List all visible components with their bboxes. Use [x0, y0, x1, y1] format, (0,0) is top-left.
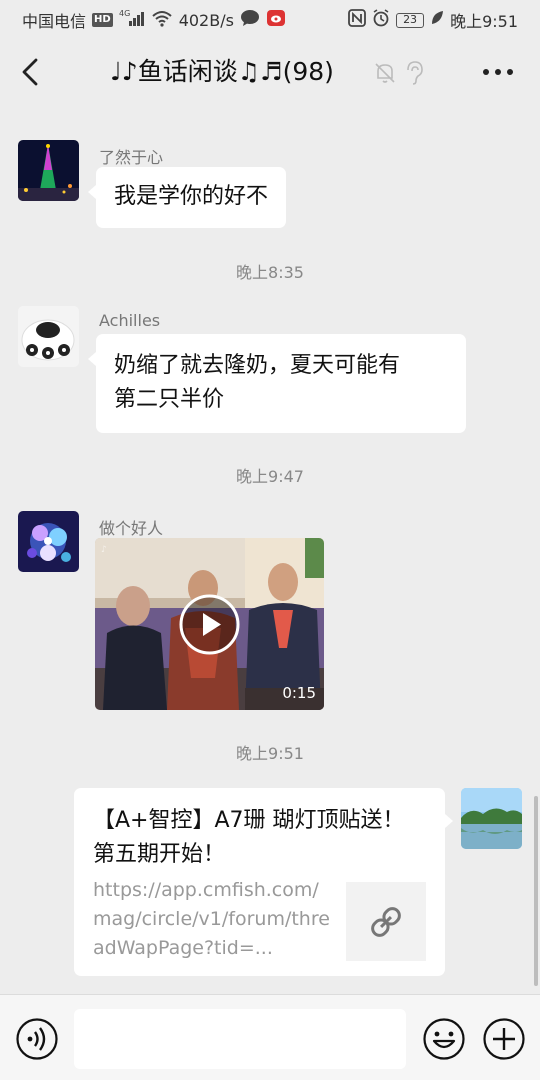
- hd-badge: HD: [92, 13, 113, 27]
- wifi-icon: [151, 9, 173, 31]
- avatar-liaoranyuxin[interactable]: [18, 140, 79, 201]
- status-left: 中国电信 HD 4G 402B/s: [22, 8, 286, 32]
- timestamp: 晚上8:35: [236, 263, 304, 282]
- voice-icon: [16, 1018, 58, 1060]
- battery-indicator: 23: [396, 12, 425, 28]
- alarm-icon: [372, 9, 390, 31]
- emoji-icon: [423, 1018, 465, 1060]
- message-text-line-1: 奶缩了就去隆奶，夏天可能有: [114, 353, 401, 378]
- play-button[interactable]: [179, 594, 240, 655]
- nfc-icon: [348, 9, 366, 31]
- sender-name: 了然于心: [99, 148, 164, 167]
- chat-header: ♩♪鱼话闲谈♫♬(98): [0, 36, 540, 108]
- avatar-self[interactable]: [461, 788, 522, 849]
- scrollbar[interactable]: [534, 796, 538, 986]
- carrier-label: 中国电信: [22, 12, 87, 31]
- emoji-button[interactable]: [422, 1017, 466, 1061]
- plus-icon: [483, 1018, 525, 1060]
- message-text-line-2: 第二只半价: [114, 387, 225, 412]
- weibo-icon: [266, 9, 286, 31]
- video-message[interactable]: ♪ 0:15: [95, 538, 324, 710]
- sender-name: Achilles: [99, 311, 161, 330]
- status-bar: 中国电信 HD 4G 402B/s 23 晚上9:51: [0, 0, 540, 36]
- link-thumbnail: [346, 882, 426, 961]
- status-right: 23 晚上9:51: [348, 8, 518, 32]
- clock: 晚上9:51: [450, 12, 518, 31]
- video-duration: 0:15: [282, 684, 316, 702]
- signal-icon: 4G: [119, 9, 145, 31]
- mute-bell-icon: [374, 61, 396, 89]
- play-icon: [179, 594, 240, 655]
- chat-bubble-icon: [240, 9, 260, 31]
- timestamp: 晚上9:47: [236, 467, 304, 486]
- more-button[interactable]: [480, 60, 516, 84]
- link-url: https://app.cmfish.com/mag/circle/v1/for…: [93, 879, 330, 959]
- more-dots-icon: [483, 69, 513, 75]
- svg-text:4G: 4G: [119, 9, 130, 18]
- link-title: 【A+智控】A7珊 瑚灯顶贴送！第五期开始！: [93, 808, 405, 867]
- avatar-achilles[interactable]: [18, 306, 79, 367]
- back-button[interactable]: [14, 54, 50, 90]
- message-input[interactable]: [74, 1009, 406, 1069]
- voice-button[interactable]: [15, 1017, 59, 1061]
- link-icon: [371, 906, 401, 937]
- input-bar: [0, 994, 540, 1080]
- leaf-icon: [430, 10, 444, 30]
- back-chevron-icon: [22, 58, 38, 86]
- network-speed: 402B/s: [178, 10, 234, 30]
- message-bubble[interactable]: 奶缩了就去隆奶，夏天可能有 第二只半价: [88, 334, 466, 433]
- message-text: 我是学你的好不: [114, 184, 269, 209]
- timestamp: 晚上9:51: [236, 744, 304, 763]
- avatar-zuogehaoren[interactable]: [18, 511, 79, 572]
- link-message[interactable]: 【A+智控】A7珊 瑚灯顶贴送！第五期开始！ https://app.cmfis…: [74, 788, 453, 976]
- sender-name: 做个好人: [99, 519, 164, 538]
- ear-icon: [404, 60, 424, 90]
- plus-button[interactable]: [482, 1017, 526, 1061]
- message-bubble[interactable]: 我是学你的好不: [87, 167, 287, 228]
- group-title[interactable]: ♩♪鱼话闲谈♫♬(98): [110, 54, 334, 90]
- svg-text:♪: ♪: [101, 545, 107, 555]
